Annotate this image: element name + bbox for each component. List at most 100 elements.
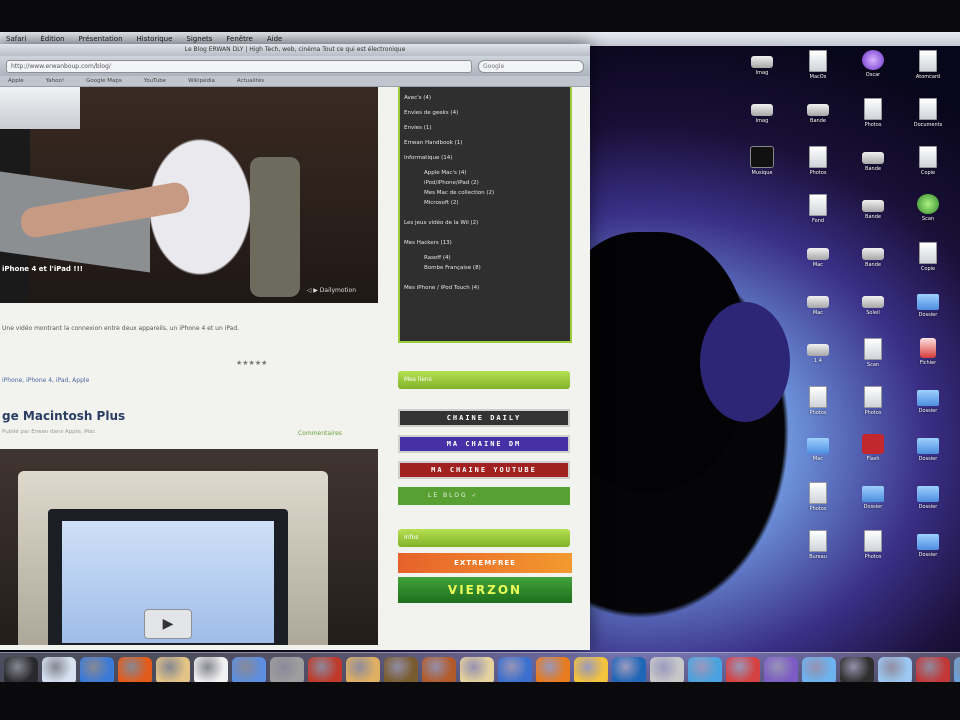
desktop-icon[interactable]: Dossier [908,530,948,558]
desktop-icon[interactable]: Mac [798,290,838,316]
dock-app-icon[interactable] [954,657,960,682]
bookmark-link[interactable]: Actualités [237,76,264,86]
category-item[interactable]: Informatique (14) [404,155,570,161]
video-controls[interactable]: ◁ ▶ Dailymotion [307,287,356,294]
dock-app-icon[interactable] [764,657,798,682]
menu-item[interactable]: Aide [267,35,282,43]
menu-item[interactable]: Safari [6,35,26,43]
desktop-icon[interactable]: Fond [798,194,838,224]
dailymotion-channel-banner[interactable]: CHAINE DAILY [398,409,570,427]
subcategory-item[interactable]: Bombe Française (8) [404,265,570,271]
desktop-icon[interactable]: Flash [853,434,893,462]
desktop-icon[interactable]: Copie [908,146,948,176]
category-item[interactable]: Errwan Handbook (1) [404,140,570,146]
bookmark-link[interactable]: Google Maps [86,76,122,86]
desktop-icon[interactable]: Photos [798,386,838,416]
dock-app-icon[interactable] [156,657,190,682]
dock-app-icon[interactable] [878,657,912,682]
desktop-icon[interactable]: 1.4 [798,338,838,364]
bookmark-link[interactable]: YouTube [144,76,166,86]
dock-app-icon[interactable] [498,657,532,682]
menu-item[interactable]: Présentation [79,35,123,43]
video-player-macintosh[interactable]: ▶ [0,449,378,645]
dock-app-icon[interactable] [650,657,684,682]
dock-app-icon[interactable] [422,657,456,682]
address-bar[interactable]: http://www.erwanboup.com/blog/ [6,59,472,73]
desktop-icon[interactable]: Documents [908,98,948,128]
dock-app-icon[interactable] [574,657,608,682]
desktop-icon[interactable]: Dossier [908,386,948,414]
subcategory-item[interactable]: iPod/iPhone/iPad (2) [404,180,570,186]
dock-app-icon[interactable] [460,657,494,682]
play-icon[interactable]: ▶ [144,609,192,639]
dock-app-icon[interactable] [802,657,836,682]
desktop-icon[interactable]: Mac [798,242,838,268]
post-tags-link[interactable]: iPhone, iPhone 4, iPad, Apple [2,377,89,384]
subcategory-item[interactable]: Microsoft (2) [404,200,570,206]
dock-app-icon[interactable] [726,657,760,682]
vierzon-banner[interactable]: VIERZON [398,577,572,603]
bookmark-link[interactable]: Wikipédia [188,76,215,86]
desktop-icon[interactable]: Bande [798,98,838,124]
menu-item[interactable]: Historique [137,35,173,43]
desktop-icon[interactable]: Bureau [798,530,838,560]
desktop-icon[interactable]: Photos [853,386,893,416]
desktop-icon[interactable]: Imag [742,98,782,124]
extremfree-banner[interactable]: EXTREMFREE [398,553,572,573]
dock-app-icon[interactable] [612,657,646,682]
video-player-iphone[interactable]: iPhone 4 et l'iPad !!! ◁ ▶ Dailymotion [0,87,378,303]
desktop-icon[interactable]: Bande [853,146,893,172]
dock-app-icon[interactable] [232,657,266,682]
desktop-icon[interactable]: Scan [908,194,948,222]
category-item[interactable]: Avec's (4) [404,95,570,101]
dock-app-icon[interactable] [688,657,722,682]
subcategory-item[interactable]: Mes Mac de collection (2) [404,190,570,196]
desktop-icon[interactable]: Photos [798,482,838,512]
dock-app-icon[interactable] [118,657,152,682]
dock-app-icon[interactable] [384,657,418,682]
bookmark-link[interactable]: Apple [8,76,24,86]
star-rating[interactable]: ★★★★★ [236,359,267,367]
desktop-icon[interactable]: Photos [853,530,893,560]
subcategory-item[interactable]: Rasoff (4) [404,255,570,261]
desktop-icon[interactable]: Dossier [908,434,948,462]
dock-app-icon[interactable] [194,657,228,682]
desktop-icon[interactable]: Dossier [908,482,948,510]
dm-channel-banner[interactable]: MA CHAINE DM [398,435,570,453]
dock-app-icon[interactable] [536,657,570,682]
desktop-icon[interactable]: Photos [853,98,893,128]
desktop-icon[interactable]: Oscar [853,50,893,78]
dock-app-icon[interactable] [4,657,38,682]
post-title[interactable]: ge Macintosh Plus [2,409,125,423]
category-item[interactable]: Envies de geeks (4) [404,110,570,116]
links-tab[interactable]: Mes liens [398,371,570,389]
desktop-icon[interactable]: Musique [742,146,782,176]
blog-banner[interactable]: LE BLOG ✓ [398,487,570,505]
bookmark-link[interactable]: Yahoo! [46,76,64,86]
desktop-icon[interactable]: Bande [853,194,893,220]
desktop-icon[interactable]: Photos [798,146,838,176]
menu-item[interactable]: Édition [40,35,64,43]
youtube-channel-banner[interactable]: MA CHAINE YOUTUBE [398,461,570,479]
desktop-icon[interactable]: Bande [853,242,893,268]
category-item[interactable]: Les jeux vidéo de la Wii (2) [404,220,570,226]
desktop-icon[interactable]: Mac [798,434,838,462]
desktop-icon[interactable]: Scan [853,338,893,368]
dock-app-icon[interactable] [42,657,76,682]
dock-app-icon[interactable] [346,657,380,682]
desktop-icon[interactable]: Atomcard [908,50,948,80]
subcategory-item[interactable]: Apple Mac's (4) [404,170,570,176]
desktop-icon[interactable]: Copie [908,242,948,272]
desktop-icon[interactable]: Fichier [908,338,948,366]
comments-link[interactable]: Commentaires [298,430,342,437]
desktop-icon[interactable]: Dossier [908,290,948,318]
desktop-icon[interactable]: Soleil [853,290,893,316]
dock-app-icon[interactable] [308,657,342,682]
desktop-icon[interactable]: Imag [742,50,782,76]
menu-item[interactable]: Signets [186,35,212,43]
infos-tab[interactable]: Infos [398,529,570,547]
category-item[interactable]: Mes iPhone / iPod Touch (4) [404,285,570,291]
desktop-icon[interactable]: MacOs [798,50,838,80]
category-item[interactable]: Mes Hackers (13) [404,240,570,246]
dock-app-icon[interactable] [916,657,950,682]
